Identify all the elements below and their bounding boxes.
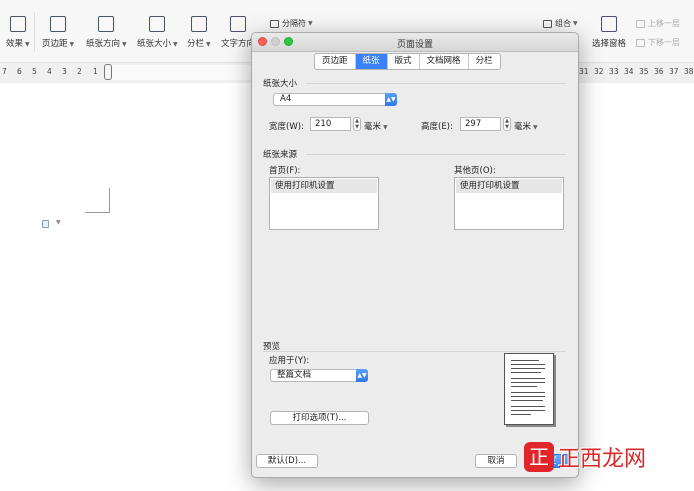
other-pages-list[interactable]: 使用打印机设置 (454, 177, 564, 230)
margin-corner-mark (109, 188, 110, 213)
select-pane-icon (601, 16, 617, 32)
ruler-tick: 36 (654, 67, 664, 76)
select-arrows-icon: ▲▼ (385, 93, 397, 106)
indent-marker[interactable] (104, 64, 112, 80)
effects-label: 效果 (6, 39, 24, 49)
bring-forward-label: 上移一层 (648, 19, 680, 28)
height-stepper[interactable]: ▲ ▼ (503, 117, 511, 131)
tab-document-grid[interactable]: 文档网格 (420, 54, 469, 69)
select-pane-label: 选择窗格 (592, 39, 627, 49)
ruler-tick: 35 (639, 67, 649, 76)
site-watermark: 正 正西龙网 (524, 441, 646, 473)
send-backward-button[interactable]: 下移一层 (636, 37, 680, 48)
ruler-tick: 33 (609, 67, 619, 76)
first-page-list[interactable]: 使用打印机设置 (269, 177, 379, 230)
ruler-tick: 6 (17, 67, 22, 76)
paper-source-heading: 纸张来源 (263, 150, 298, 160)
print-options-button[interactable]: 打印选项(T)... (270, 411, 369, 425)
other-pages-label: 其他页(O): (454, 166, 496, 176)
height-input[interactable]: 297 (460, 117, 501, 131)
paper-size-button[interactable]: 纸张大小 ▼ (137, 16, 178, 49)
margins-button[interactable]: 页边距 ▼ (42, 16, 74, 49)
page-preview-thumbnail (504, 353, 554, 425)
ruler-tick: 5 (32, 67, 37, 76)
width-input[interactable]: 210 (310, 117, 351, 131)
default-button[interactable]: 默认(D)... (256, 454, 318, 468)
ruler-tick: 37 (669, 67, 679, 76)
send-backward-label: 下移一层 (648, 38, 680, 47)
paper-size-value: A4 (280, 94, 292, 104)
select-arrows-icon: ▲▼ (356, 369, 368, 382)
section-divider (306, 83, 566, 84)
tab-columns[interactable]: 分栏 (469, 54, 500, 69)
dialog-titlebar[interactable]: 页面设置 (252, 33, 578, 52)
width-unit-label: 毫米 (364, 122, 382, 132)
ruler-tick: 4 (47, 67, 52, 76)
paper-size-select[interactable]: A4 ▲▼ (273, 93, 397, 106)
section-divider (306, 154, 566, 155)
ribbon-divider (34, 12, 35, 52)
send-backward-icon (636, 38, 645, 47)
select-pane-button[interactable]: 选择窗格 (592, 16, 626, 49)
margin-corner-mark (85, 212, 110, 213)
width-label: 宽度(W): (269, 122, 304, 132)
ruler-tick: 2 (77, 67, 82, 76)
orientation-icon (98, 16, 115, 32)
group-label: 组合 (555, 19, 571, 28)
margins-label: 页边距 (42, 39, 68, 49)
width-stepper[interactable]: ▲ ▼ (353, 117, 361, 131)
breaks-button[interactable]: 分隔符 ▼ (270, 18, 313, 29)
dialog-title: 页面设置 (396, 40, 433, 50)
section-divider (263, 351, 566, 352)
columns-label: 分栏 (187, 39, 205, 49)
orientation-label: 纸张方向 (86, 39, 121, 49)
list-item[interactable]: 使用打印机设置 (456, 179, 562, 193)
height-unit-select[interactable]: 毫米 ▼ (514, 120, 538, 132)
ruler-tick: 34 (624, 67, 634, 76)
columns-button[interactable]: 分栏 ▼ (187, 16, 211, 49)
columns-icon (190, 16, 207, 32)
apply-to-label: 应用于(Y): (269, 356, 310, 366)
ruler-tick: 32 (594, 67, 604, 76)
ruler-tick: 1 (93, 67, 98, 76)
breaks-icon (270, 19, 279, 28)
page-setup-dialog: 页面设置 页边距 纸张 版式 文档网格 分栏 纸张大小 A4 ▲▼ 宽度(W):… (251, 32, 579, 478)
tab-paper[interactable]: 纸张 (355, 54, 388, 69)
bring-forward-button[interactable]: 上移一层 (636, 18, 680, 29)
effects-button[interactable]: 效果 ▼ (6, 16, 30, 49)
paragraph-icon[interactable] (42, 220, 49, 228)
tab-layout[interactable]: 版式 (388, 54, 420, 69)
height-unit-label: 毫米 (514, 122, 532, 132)
ruler-tick: 38 (684, 67, 694, 76)
apply-to-select[interactable]: 整篇文档 ▲▼ (270, 369, 368, 382)
paper-size-label: 纸张大小 (137, 39, 172, 49)
watermark-text: 正西龙网 (558, 447, 647, 472)
ruler-tick: 7 (2, 67, 7, 76)
cancel-button[interactable]: 取消 (475, 454, 517, 468)
text-direction-icon (230, 16, 246, 32)
group-icon (543, 19, 552, 28)
apply-to-value: 整篇文档 (277, 370, 312, 380)
first-page-label: 首页(F): (269, 166, 301, 176)
effects-icon (9, 16, 26, 32)
bring-forward-icon (636, 19, 645, 28)
breaks-label: 分隔符 (282, 19, 306, 28)
watermark-logo-icon: 正 (524, 442, 554, 472)
ruler-tick: 3 (62, 67, 67, 76)
width-unit-select[interactable]: 毫米 ▼ (364, 120, 388, 132)
text-direction-label: 文字方向 (221, 39, 256, 49)
group-button[interactable]: 组合 ▼ (543, 18, 578, 29)
text-direction-button[interactable]: 文字方向 (221, 16, 255, 49)
margins-icon (50, 16, 67, 32)
paper-size-heading: 纸张大小 (263, 79, 298, 89)
tab-bar: 页边距 纸张 版式 文档网格 分栏 (314, 53, 501, 70)
tab-margins[interactable]: 页边距 (315, 54, 356, 69)
height-label: 高度(E): (421, 122, 453, 132)
chevron-down-icon[interactable]: ▼ (56, 219, 61, 226)
orientation-button[interactable]: 纸张方向 ▼ (86, 16, 127, 49)
ruler-tick: 31 (579, 67, 589, 76)
paper-size-icon (149, 16, 166, 32)
list-item[interactable]: 使用打印机设置 (271, 179, 377, 193)
